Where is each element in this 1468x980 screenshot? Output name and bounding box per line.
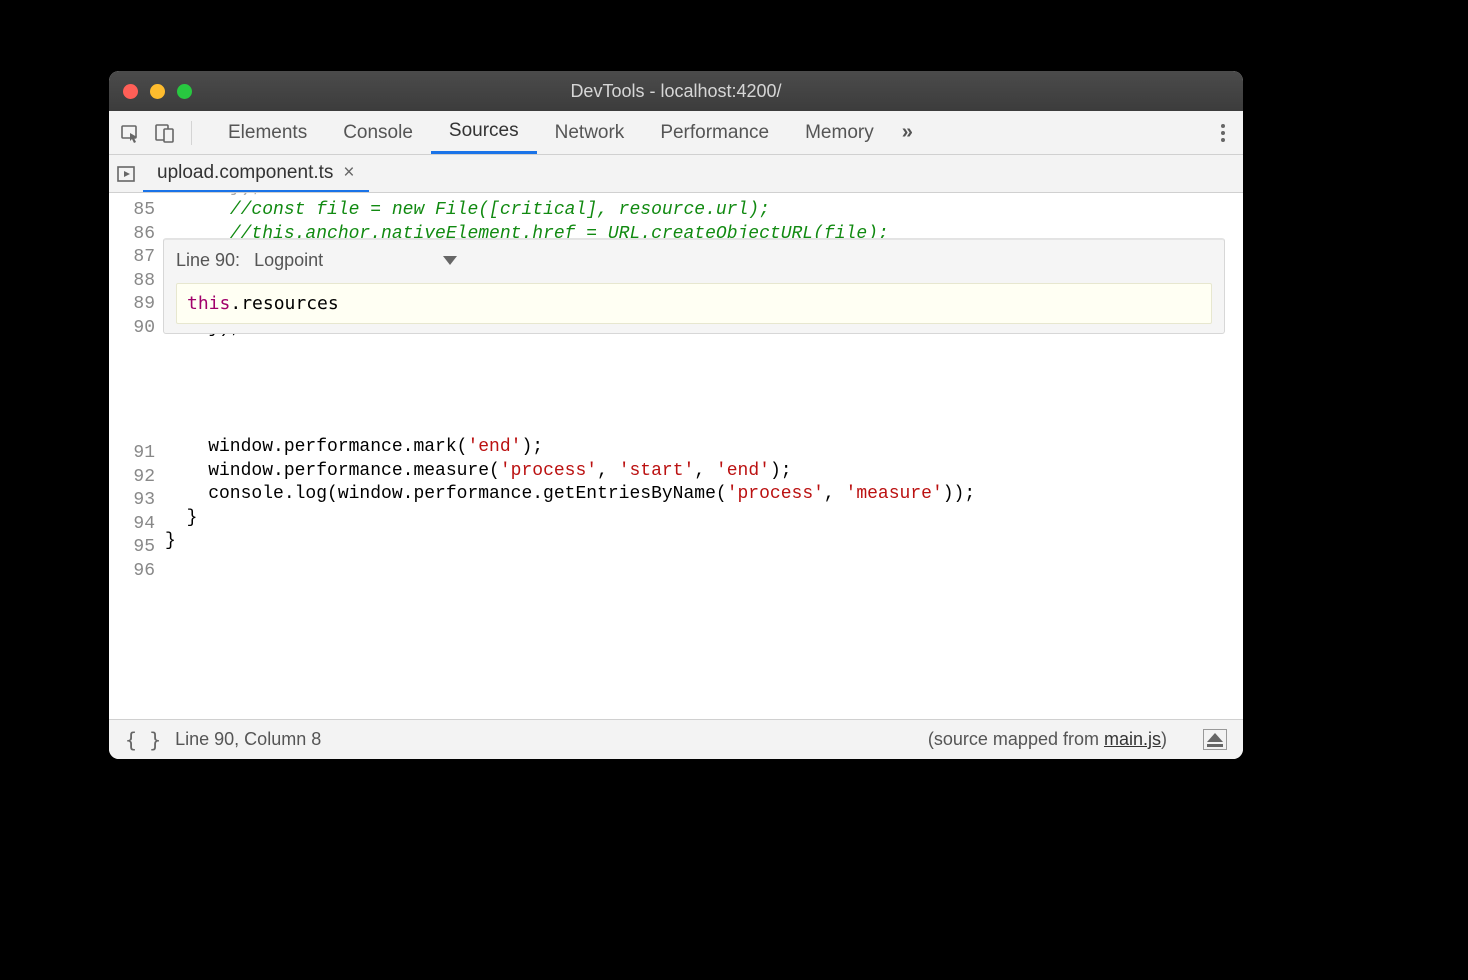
line-number[interactable]: 91 [109, 442, 157, 466]
zoom-window-button[interactable] [177, 84, 192, 99]
code-content[interactable]: }); //const file = new File([critical], … [165, 193, 1243, 577]
line-number[interactable]: 89 [109, 293, 157, 317]
line-number[interactable]: 92 [109, 466, 157, 490]
status-bar: { } Line 90, Column 8 (source mapped fro… [109, 719, 1243, 759]
panel-tab-sources[interactable]: Sources [431, 111, 537, 154]
code-editor[interactable]: 84858687888990919293949596 }); //const f… [109, 193, 1243, 719]
code-line[interactable]: } [165, 507, 1243, 531]
code-line[interactable]: window.performance.mark('end'); [165, 436, 1243, 460]
cursor-position: Line 90, Column 8 [175, 729, 321, 750]
kebab-icon [1221, 124, 1225, 142]
code-line[interactable]: console.log(window.performance.getEntrie… [165, 483, 1243, 507]
line-number[interactable]: 86 [109, 223, 157, 247]
file-tab-filename: upload.component.ts [157, 162, 333, 184]
sourcemap-prefix: (source mapped from [928, 729, 1104, 749]
close-window-button[interactable] [123, 84, 138, 99]
devtools-menu-button[interactable] [1203, 124, 1243, 142]
panel-tab-memory[interactable]: Memory [787, 111, 892, 154]
window-titlebar: DevTools - localhost:4200/ [109, 71, 1243, 111]
logpoint-panel: Line 90: Logpoint this.resources [163, 238, 1225, 334]
close-tab-button[interactable]: × [343, 162, 354, 184]
line-number[interactable]: 96 [109, 560, 157, 584]
panel-tab-console[interactable]: Console [325, 111, 431, 154]
chevron-down-icon [443, 256, 457, 265]
code-line[interactable]: } [165, 530, 1243, 554]
show-drawer-button[interactable] [1203, 729, 1227, 750]
more-panels-button[interactable]: » [892, 121, 920, 144]
sourcemap-suffix: ) [1161, 729, 1167, 749]
inspect-element-icon[interactable] [121, 123, 141, 143]
line-number[interactable]: 85 [109, 199, 157, 223]
devtools-toolbar: ElementsConsoleSourcesNetworkPerformance… [109, 111, 1243, 155]
line-number[interactable]: 88 [109, 270, 157, 294]
panel-tab-performance[interactable]: Performance [642, 111, 787, 154]
minimize-window-button[interactable] [150, 84, 165, 99]
panel-tab-elements[interactable]: Elements [210, 111, 325, 154]
breakpoint-type-select[interactable]: Logpoint [254, 249, 457, 273]
window-title: DevTools - localhost:4200/ [109, 81, 1243, 102]
code-line[interactable] [165, 554, 1243, 578]
toolbar-divider [191, 121, 192, 145]
line-number[interactable]: 93 [109, 489, 157, 513]
panel-tab-network[interactable]: Network [537, 111, 643, 154]
line-number[interactable]: 90 [109, 317, 157, 341]
line-number[interactable]: 87 [109, 246, 157, 270]
file-tab-bar: upload.component.ts × [109, 155, 1243, 193]
breakpoint-type-label: Logpoint [254, 249, 323, 273]
sourcemap-file-link[interactable]: main.js [1104, 729, 1161, 749]
sourcemap-info: (source mapped from main.js) [928, 729, 1167, 750]
logpoint-expression-input[interactable]: this.resources [176, 283, 1212, 325]
pretty-print-button[interactable]: { } [125, 728, 161, 752]
traffic-lights [109, 84, 192, 99]
line-number[interactable]: 94 [109, 513, 157, 537]
line-number-gutter[interactable]: 84858687888990919293949596 [109, 193, 161, 719]
show-navigator-button[interactable] [109, 164, 143, 184]
code-line[interactable]: window.performance.measure('process', 's… [165, 460, 1243, 484]
file-tab[interactable]: upload.component.ts × [143, 155, 369, 192]
code-line[interactable]: //const file = new File([critical], reso… [165, 199, 1243, 223]
devtools-window: DevTools - localhost:4200/ ElementsConso… [109, 71, 1243, 759]
panel-tabs: ElementsConsoleSourcesNetworkPerformance… [210, 111, 892, 154]
line-number[interactable]: 95 [109, 536, 157, 560]
logpoint-line-label: Line 90: [176, 249, 240, 273]
toggle-device-toolbar-icon[interactable] [155, 123, 175, 143]
eject-icon [1207, 733, 1223, 742]
